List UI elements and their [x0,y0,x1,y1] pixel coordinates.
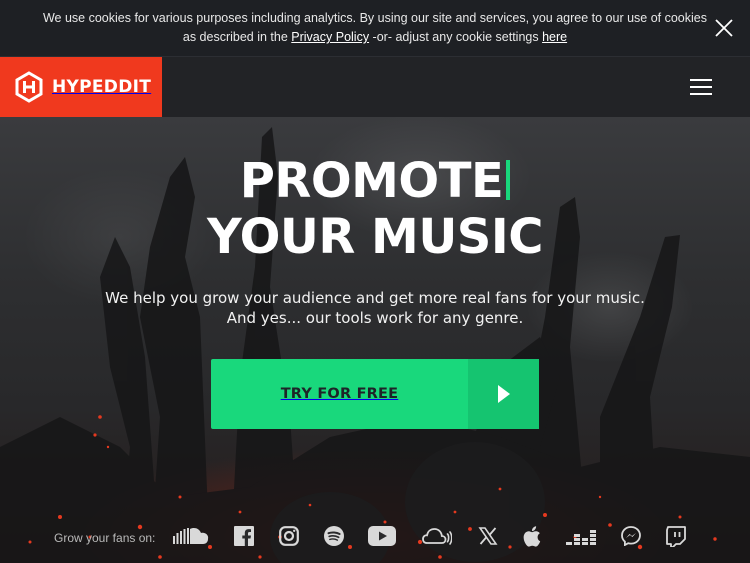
play-arrow-icon [468,359,539,429]
cookie-banner: We use cookies for various purposes incl… [0,0,750,57]
site-header: HYPEDDIT [0,57,750,117]
apple-icon[interactable] [522,525,542,547]
spotify-icon[interactable] [323,525,345,547]
hypeddit-logo-icon [15,71,43,103]
instagram-icon[interactable] [278,525,300,547]
try-for-free-button[interactable]: TRY FOR FREE [211,359,539,429]
twitch-icon[interactable] [665,525,687,547]
brand-name: HYPEDDIT [52,77,152,97]
mixcloud-icon[interactable] [422,525,452,547]
text-cursor [506,160,511,200]
hamburger-menu-icon[interactable] [690,79,712,95]
x-icon[interactable] [477,525,499,547]
hero-section: PROMOTE YOUR MUSIC We help you grow your… [0,117,750,563]
close-icon[interactable] [714,18,734,38]
platforms-label: Grow your fans on: [54,531,156,545]
youtube-icon[interactable] [368,525,396,547]
headline-line-2: YOUR MUSIC [207,209,543,265]
messenger-icon[interactable] [620,525,642,547]
privacy-policy-link[interactable]: Privacy Policy [291,30,369,44]
platforms-row: Grow your fans on: [0,521,750,551]
hero-subtext-2: And yes... our tools work for any genre. [226,309,524,327]
headline-line-1: PROMOTE [0,153,750,209]
cookie-settings-link[interactable]: here [542,30,567,44]
hero-subtext-1: We help you grow your audience and get m… [105,289,645,307]
soundcloud-icon[interactable] [173,525,209,547]
cookie-message: We use cookies for various purposes incl… [42,11,707,44]
facebook-icon[interactable] [233,525,255,547]
deezer-icon[interactable] [566,525,596,547]
logo[interactable]: HYPEDDIT [0,57,162,117]
cta-label: TRY FOR FREE [280,386,399,402]
